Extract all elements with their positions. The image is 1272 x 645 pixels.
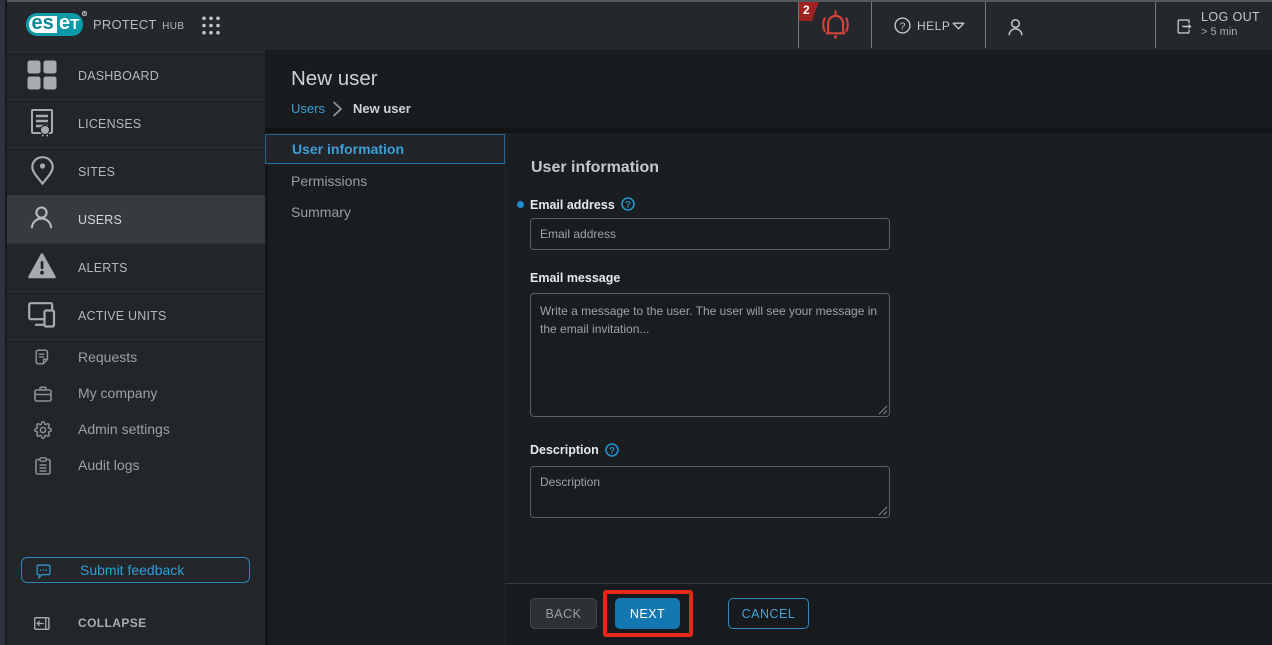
- svg-text:?: ?: [625, 199, 631, 210]
- svg-text:?: ?: [609, 445, 615, 456]
- svg-text:?: ?: [900, 21, 906, 33]
